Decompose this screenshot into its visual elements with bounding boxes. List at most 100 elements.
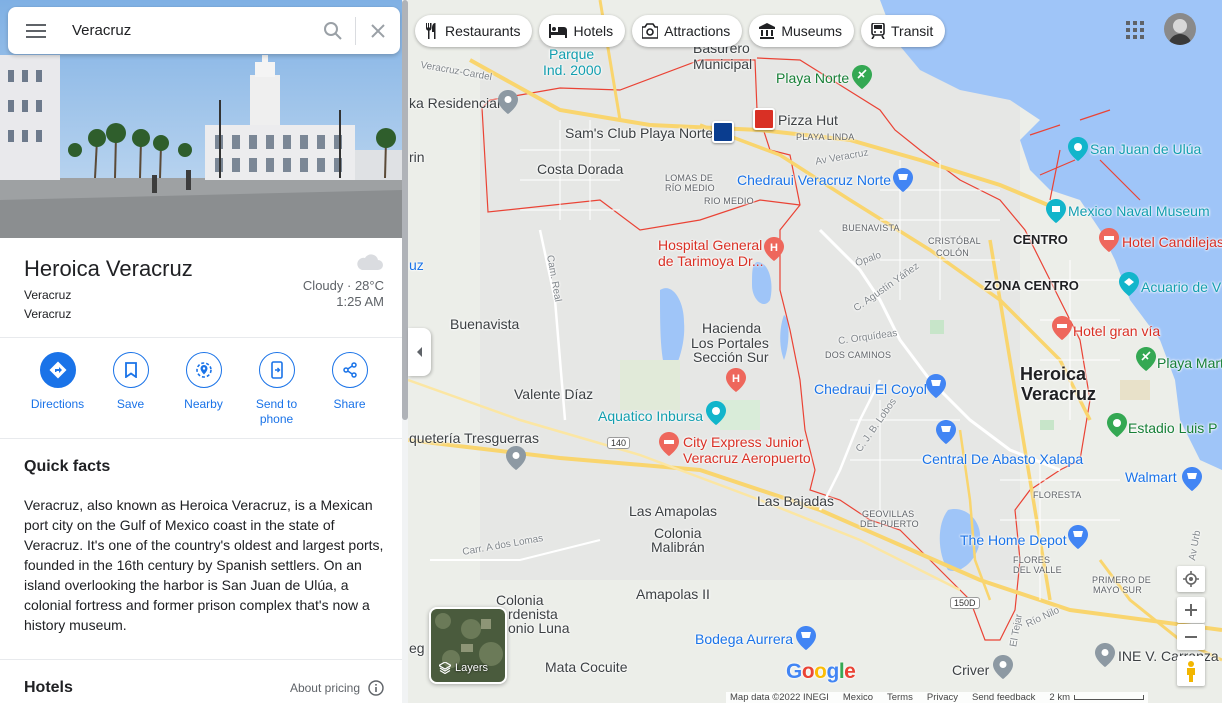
map-label-naval-museum[interactable]: Mexico Naval Museum	[1068, 203, 1210, 219]
my-location-button[interactable]	[1177, 566, 1205, 592]
footer-terms-link[interactable]: Terms	[887, 692, 913, 703]
map-label-mata-cocuite[interactable]: Mata Cocuite	[545, 659, 627, 675]
shopping-pin-icon[interactable]	[893, 168, 913, 192]
map-label-candilejas[interactable]: Hotel Candilejas	[1122, 234, 1222, 250]
map-label-municipal[interactable]: Municipal	[693, 56, 752, 72]
clear-search-button[interactable]	[356, 7, 400, 54]
send-to-phone-button[interactable]: Send to phone	[240, 352, 313, 427]
chip-restaurants[interactable]: Restaurants	[415, 15, 533, 47]
beach-pin-icon[interactable]	[1136, 347, 1156, 371]
directions-button[interactable]: Directions	[21, 352, 94, 427]
map-label-las-amapolas[interactable]: Las Amapolas	[629, 503, 717, 519]
chip-transit[interactable]: Transit	[861, 15, 946, 47]
map-label-city-express-1[interactable]: City Express Junior	[683, 434, 804, 450]
museum-icon	[759, 23, 776, 39]
footer-feedback-link[interactable]: Send feedback	[972, 692, 1035, 703]
shopping-pin-icon[interactable]	[1182, 467, 1202, 491]
aquatic-pin-icon[interactable]	[706, 401, 726, 425]
hospital-pin-icon[interactable]: H	[764, 237, 784, 261]
map-label-tresguerras[interactable]: quetería Tresguerras	[409, 430, 539, 446]
pizza-hut-logo-icon[interactable]	[753, 108, 775, 130]
hamburger-menu-icon	[26, 23, 46, 38]
map-label-playa-norte[interactable]: Playa Norte	[776, 70, 849, 86]
map-label-gran-via[interactable]: Hotel gran vía	[1073, 323, 1160, 339]
map-label-las-bajadas[interactable]: Las Bajadas	[757, 493, 834, 509]
location-pin-icon[interactable]	[498, 90, 518, 114]
search-button[interactable]	[311, 7, 355, 54]
location-pin-icon[interactable]	[506, 446, 526, 470]
map-label-costa-dorada[interactable]: Costa Dorada	[537, 161, 623, 177]
footer-privacy-link[interactable]: Privacy	[927, 692, 958, 703]
shopping-pin-icon[interactable]	[936, 420, 956, 444]
map-label-bodega[interactable]: Bodega Aurrera	[695, 631, 793, 647]
map-label-amapolas-2[interactable]: Amapolas II	[636, 586, 710, 602]
map-label-residencial[interactable]: ka Residencial	[409, 95, 500, 111]
map-label-hacienda-1[interactable]: Hacienda	[702, 320, 761, 336]
map-label-acuario[interactable]: Acuario de V	[1141, 279, 1221, 295]
stadium-pin-icon[interactable]	[1107, 413, 1127, 437]
zoom-out-button[interactable]	[1177, 624, 1205, 650]
nearby-button[interactable]: Nearby	[167, 352, 240, 427]
map-label-aquatico[interactable]: Aquatico Inbursa	[598, 408, 703, 424]
map-label-colonia-luna-3[interactable]: onio Luna	[508, 620, 570, 636]
street-view-pegman[interactable]	[1177, 656, 1205, 686]
search-input[interactable]	[64, 7, 311, 54]
map-label-hacienda-3[interactable]: Sección Sur	[693, 349, 768, 365]
chip-hotels[interactable]: Hotels	[539, 15, 626, 47]
about-pricing-link[interactable]: About pricing	[290, 680, 384, 696]
menu-button[interactable]	[8, 7, 64, 54]
map-label-walmart[interactable]: Walmart	[1125, 469, 1177, 485]
shopping-pin-icon[interactable]	[1068, 525, 1088, 549]
footer-mexico-link[interactable]: Mexico	[843, 692, 873, 703]
map-label-pizza-hut[interactable]: Pizza Hut	[778, 112, 838, 128]
map-label-hospital-2[interactable]: de Tarimoya Dr...	[658, 253, 764, 269]
map-label-ind2000[interactable]: Ind. 2000	[543, 62, 601, 78]
park-pin-icon[interactable]	[852, 65, 872, 89]
camera-pin-icon[interactable]	[1068, 137, 1088, 161]
google-logo: Google	[786, 660, 856, 683]
share-button[interactable]: Share	[313, 352, 386, 427]
sams-club-logo-icon[interactable]	[712, 121, 734, 143]
chip-attractions[interactable]: Attractions	[632, 15, 743, 47]
map-label-sams[interactable]: Sam's Club Playa Norte	[565, 125, 713, 141]
save-label: Save	[116, 397, 145, 411]
map-label-valente[interactable]: Valente Díaz	[514, 386, 593, 402]
map-label-heroica-1[interactable]: Heroica	[1020, 364, 1086, 384]
hospital-pin-icon[interactable]: H	[726, 368, 746, 392]
about-pricing-label: About pricing	[289, 681, 360, 695]
avatar-image	[1164, 13, 1196, 45]
location-pin-icon[interactable]	[1095, 643, 1115, 667]
museum-pin-icon[interactable]	[1046, 199, 1066, 223]
account-avatar[interactable]	[1164, 13, 1196, 45]
map-label-home-depot[interactable]: The Home Depot	[960, 532, 1067, 548]
save-button[interactable]: Save	[94, 352, 167, 427]
collapse-panel-button[interactable]	[408, 328, 431, 376]
map-label-chedraui-norte[interactable]: Chedraui Veracruz Norte	[737, 172, 891, 188]
map-scale[interactable]: 2 km	[1049, 692, 1144, 703]
map-label-central-abasto[interactable]: Central De Abasto Xalapa	[922, 451, 1083, 467]
map-label-parque[interactable]: Parque	[549, 46, 594, 62]
divider	[0, 659, 402, 660]
zoom-in-button[interactable]	[1177, 597, 1205, 623]
map-label-buenavista[interactable]: Buenavista	[450, 316, 519, 332]
map-label-estadio[interactable]: Estadio Luis P	[1128, 420, 1218, 436]
shopping-pin-icon[interactable]	[926, 374, 946, 398]
hotel-pin-icon[interactable]	[1099, 228, 1119, 252]
map-label-san-juan[interactable]: San Juan de Ulúa	[1090, 141, 1201, 157]
map-label-criver[interactable]: Criver	[952, 662, 989, 678]
google-apps-icon[interactable]	[1124, 19, 1146, 41]
layers-button[interactable]: Layers	[429, 607, 507, 684]
map-label-playa-mart[interactable]: Playa Mart	[1157, 355, 1222, 371]
hotel-pin-icon[interactable]	[659, 432, 679, 456]
hotel-pin-icon[interactable]	[1052, 316, 1072, 340]
map-label-city-express-2[interactable]: Veracruz Aeropuerto	[683, 450, 811, 466]
map-label-chedraui-coyol[interactable]: Chedraui El Coyol	[814, 381, 927, 397]
location-pin-icon[interactable]	[993, 655, 1013, 679]
shopping-pin-icon[interactable]	[796, 626, 816, 650]
map-label-colonia-2[interactable]: Malibrán	[651, 539, 705, 555]
aquarium-pin-icon[interactable]	[1119, 272, 1139, 296]
chip-museums[interactable]: Museums	[749, 15, 854, 47]
map-label-hospital-1[interactable]: Hospital General	[658, 237, 762, 253]
divider	[0, 337, 402, 338]
map-label-heroica-2[interactable]: Veracruz	[1021, 384, 1096, 404]
